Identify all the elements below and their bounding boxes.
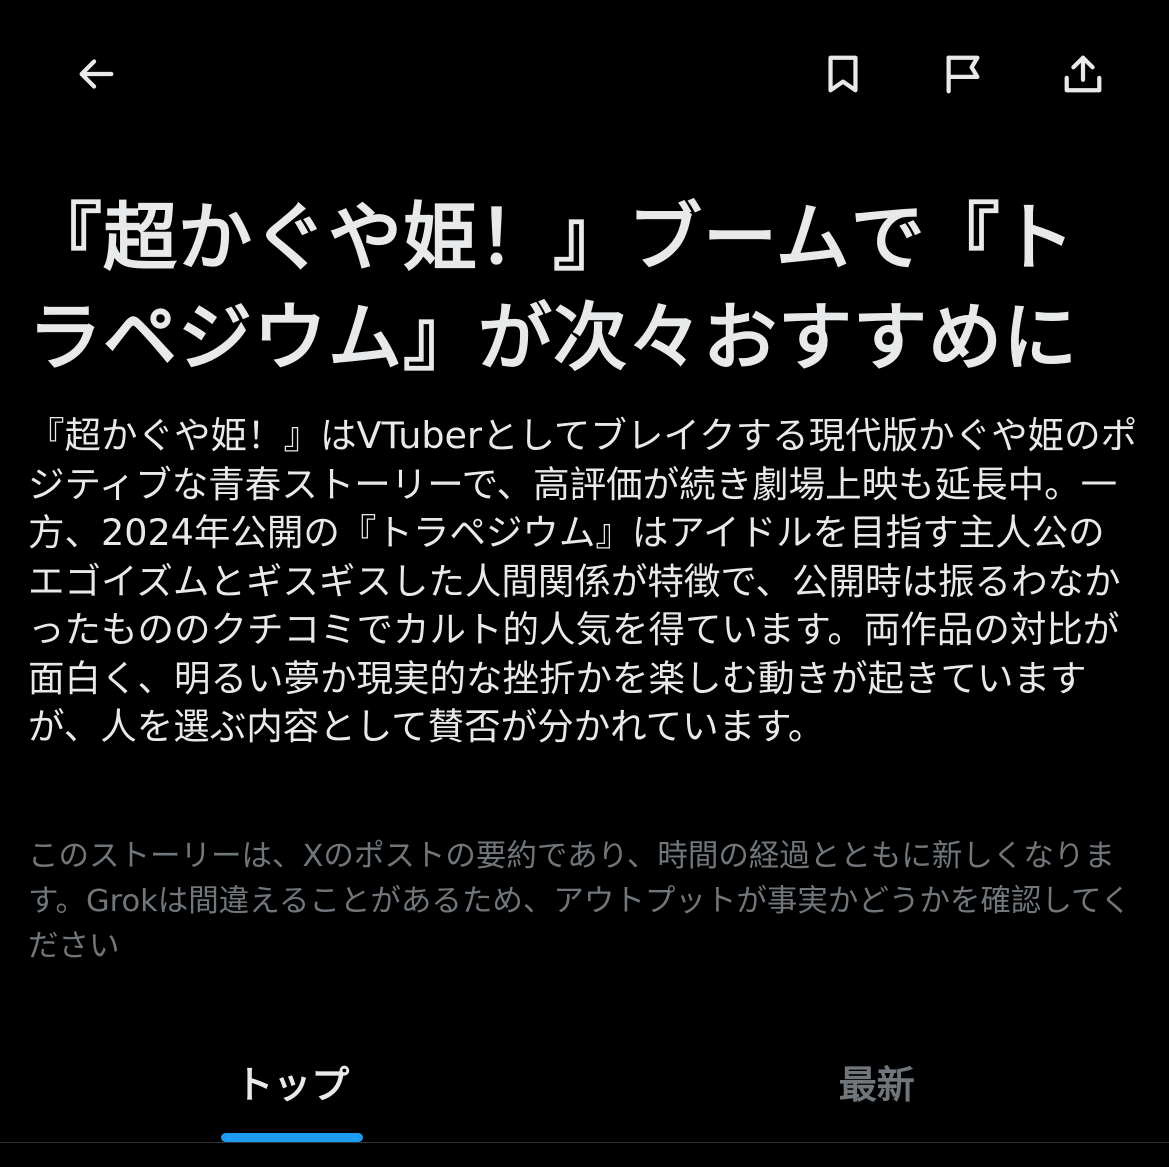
bookmark-button[interactable] [811,42,875,106]
story-summary: 『超かぐや姫！』はVTuberとしてブレイクする現代版かぐや姫のポジティブな青春… [28,414,1138,748]
arrow-left-icon [79,59,114,89]
share-icon [1064,55,1102,93]
grok-disclaimer: このストーリーは、Xのポストの要約であり、時間の経過とともに新しくなります。Gr… [28,839,1132,964]
active-tab-indicator [221,1133,364,1142]
tabs-divider [0,1142,1169,1143]
top-bar [0,0,1169,150]
story-headline: 『超かぐや姫！』ブームで『トラペジウム』が次々おすすめに [28,195,1078,381]
report-button[interactable] [931,42,995,106]
flag-icon [946,55,980,94]
tab-top-label: トップ [235,1062,350,1107]
back-button[interactable] [64,42,128,106]
tab-latest-label: 最新 [838,1062,915,1107]
tab-bar: トップ 最新 [0,1020,1169,1142]
tab-top[interactable]: トップ [0,1020,585,1142]
bookmark-icon [828,55,858,93]
share-button[interactable] [1051,42,1115,106]
tab-latest[interactable]: 最新 [585,1020,1169,1142]
